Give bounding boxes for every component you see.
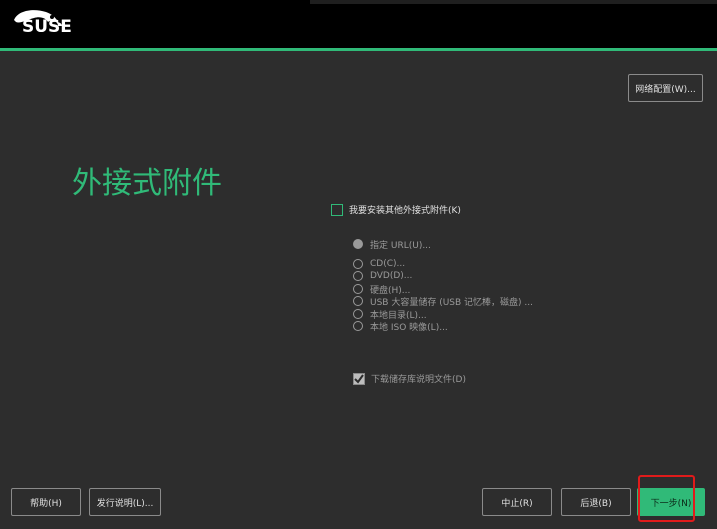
radio-icon[interactable]	[353, 321, 363, 331]
source-option-dvd[interactable]: DVD(D)...	[353, 270, 412, 282]
radio-icon[interactable]	[353, 296, 363, 306]
source-option-cd[interactable]: CD(C)...	[353, 258, 405, 270]
suse-logo-text: SUSE	[22, 17, 72, 37]
source-label: 本地 ISO 映像(L)...	[370, 322, 448, 333]
help-button[interactable]: 帮助(H)	[11, 488, 81, 516]
download-repo-desc-checkbox[interactable]	[353, 372, 365, 385]
radio-icon[interactable]	[353, 309, 363, 319]
radio-icon[interactable]	[353, 271, 363, 281]
next-button-highlight	[638, 475, 695, 522]
back-button[interactable]: 后退(B)	[561, 488, 631, 516]
source-option-harddisk[interactable]: 硬盘(H)...	[353, 283, 410, 296]
release-notes-button[interactable]: 发行说明(L)...	[89, 488, 161, 516]
source-option-local-dir[interactable]: 本地目录(L)...	[353, 308, 427, 321]
download-repo-desc-row[interactable]: 下载储存库说明文件(D)	[353, 372, 466, 385]
radio-selected-icon[interactable]	[353, 239, 363, 249]
checkmark-icon	[354, 373, 364, 384]
source-label: DVD(D)...	[370, 271, 413, 281]
source-label: USB 大容量储存 (USB 记忆棒，磁盘) ...	[370, 297, 533, 308]
radio-icon[interactable]	[353, 284, 363, 294]
source-option-usb[interactable]: USB 大容量储存 (USB 记忆棒，磁盘) ...	[353, 295, 533, 308]
download-repo-desc-label: 下载储存库说明文件(D)	[371, 375, 466, 385]
top-bar	[0, 0, 717, 48]
abort-button[interactable]: 中止(R)	[482, 488, 552, 516]
source-label: CD(C)...	[370, 259, 406, 269]
install-addon-label: 我要安装其他外接式附件(K)	[349, 206, 461, 216]
top-bar-strip	[310, 0, 717, 4]
source-option-local-iso[interactable]: 本地 ISO 映像(L)...	[353, 320, 448, 333]
source-option-url[interactable]: 指定 URL(U)...	[353, 238, 431, 251]
install-addon-checkbox[interactable]	[331, 203, 343, 216]
install-addon-checkbox-row[interactable]: 我要安装其他外接式附件(K)	[331, 203, 461, 216]
radio-icon[interactable]	[353, 259, 363, 269]
page-title: 外接式附件	[72, 166, 222, 201]
source-label: 指定 URL(U)...	[370, 240, 431, 251]
network-config-button[interactable]: 网络配置(W)...	[628, 74, 703, 102]
header-accent-line	[0, 48, 717, 51]
